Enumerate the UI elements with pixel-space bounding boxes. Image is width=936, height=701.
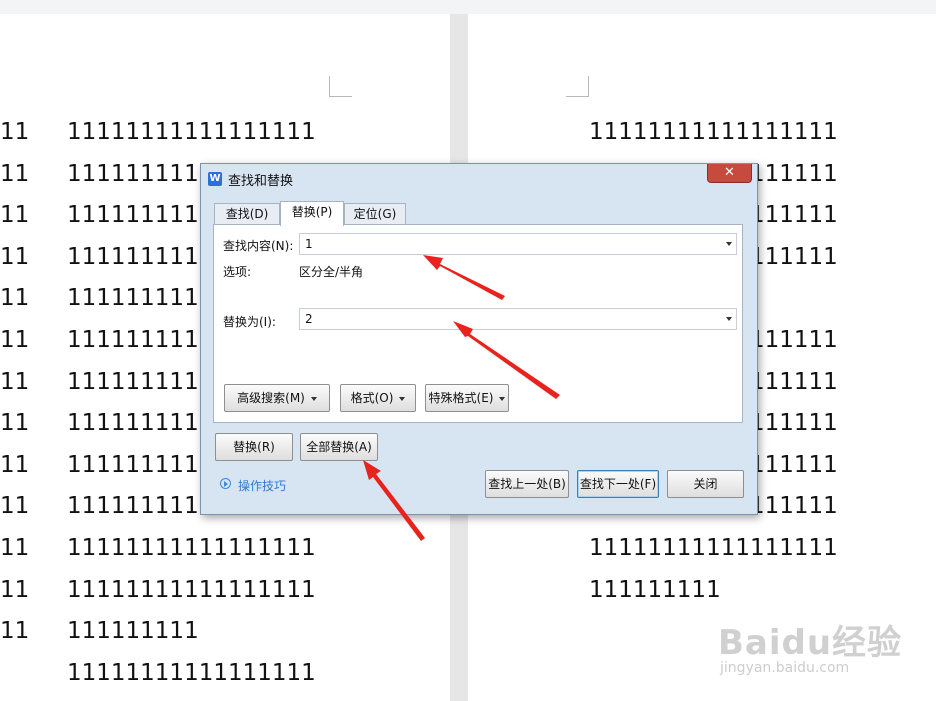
text-line-prefix: 11 [0,493,30,520]
wps-writer-icon: W [208,172,222,186]
text-line-prefix: 11 [0,576,30,603]
chevron-down-icon[interactable] [726,317,732,321]
text-line-prefix: 11 [0,618,30,645]
baidu-watermark-url: jingyan.baidu.com [720,660,850,676]
replace-input[interactable]: 2 [299,308,737,330]
find-next-button[interactable]: 查找下一处(F) [577,470,659,498]
format-button[interactable]: 格式(O) [340,384,416,412]
text-line: 111111111 [67,618,199,645]
text-line-prefix: 11 [0,451,30,478]
find-value: 1 [305,237,313,251]
dialog-title: 查找和替换 [228,174,294,189]
tab-find[interactable]: 查找(D) [214,203,280,225]
text-line: 11111111111111111 [67,119,316,145]
tab-replace[interactable]: 替换(P) [280,201,344,226]
replace-value: 2 [305,312,313,326]
page-corner-mark [566,76,589,97]
close-icon[interactable]: ✕ [707,164,752,183]
text-line: 11111111111111111 [67,535,316,561]
text-line-prefix: 11 [0,119,30,145]
text-line-prefix: 11 [0,243,30,270]
page-corner-mark [329,76,352,97]
options-value: 区分全/半角 [299,265,364,279]
close-button[interactable]: 关闭 [667,470,744,498]
baidu-watermark-logo: Baidu经验 [718,623,903,663]
text-line: 111111111 [589,576,721,603]
tab-goto[interactable]: 定位(G) [344,203,406,225]
text-line: 11111111111111111 [67,576,316,603]
find-previous-button[interactable]: 查找上一处(B) [485,470,569,498]
replace-tab-panel: 查找内容(N): 1 选项: 区分全/半角 替换为(I): 2 高级搜索(M) … [213,224,743,423]
replace-label: 替换为(I): [223,315,276,329]
play-circle-icon[interactable] [220,478,231,489]
dialog-titlebar[interactable]: W 查找和替换 ✕ [201,164,757,192]
find-label: 查找内容(N): [223,239,294,253]
chevron-down-icon [310,396,317,401]
text-line-prefix: 11 [0,160,30,187]
chevron-down-icon [399,396,406,401]
options-label: 选项: [223,265,252,279]
text-line-prefix: 11 [0,535,30,561]
chevron-down-icon [499,396,506,401]
tips-link[interactable]: 操作技巧 [238,477,286,494]
text-line: 11111111111111111 [589,535,838,561]
advanced-search-button[interactable]: 高级搜索(M) [224,384,330,412]
advanced-search-label: 高级搜索(M) [237,391,305,405]
text-line: 11111111111111111 [67,659,316,686]
text-line-prefix: 11 [0,368,30,395]
text-line-prefix: 11 [0,202,30,229]
text-line-prefix: 11 [0,285,30,312]
special-format-label: 特殊格式(E) [428,391,494,405]
replace-all-button[interactable]: 全部替换(A) [300,433,378,461]
special-format-button[interactable]: 特殊格式(E) [425,384,509,412]
text-line-prefix: 11 [0,327,30,353]
top-bar [0,0,936,14]
find-input[interactable]: 1 [299,233,737,255]
text-line-prefix: 11 [0,410,30,437]
find-replace-dialog: W 查找和替换 ✕ 查找(D) 替换(P) 定位(G) 查找内容(N): 1 选… [200,163,758,515]
text-line: 11111111111111111 [589,119,838,145]
replace-button[interactable]: 替换(R) [215,433,293,461]
format-label: 格式(O) [350,391,394,405]
chevron-down-icon[interactable] [726,242,732,246]
